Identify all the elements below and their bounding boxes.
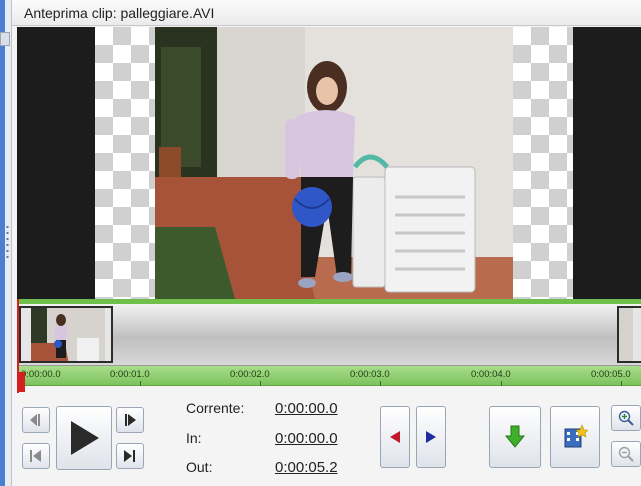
play-button[interactable] xyxy=(56,406,112,470)
go-end-button[interactable] xyxy=(116,443,144,469)
window-title: Anteprima clip: palleggiare.AVI xyxy=(24,5,215,21)
go-end-icon xyxy=(124,450,135,462)
current-time-value[interactable]: 0:00:00.0 xyxy=(275,400,338,417)
tick-mark xyxy=(621,381,622,386)
collapsed-panel-tab[interactable] xyxy=(0,32,10,46)
title-bar: Anteprima clip: palleggiare.AVI xyxy=(12,0,641,26)
clip-properties-button[interactable] xyxy=(550,406,600,468)
playback-controls: Corrente: 0:00:00.0 In: 0:00:00.0 Out: 0… xyxy=(12,393,641,486)
tick-label: 0:00:01.0 xyxy=(110,369,150,380)
zoom-in-button[interactable] xyxy=(611,405,641,431)
video-preview xyxy=(17,27,641,299)
playhead-handle[interactable] xyxy=(17,372,25,392)
zoom-out-button[interactable] xyxy=(611,441,641,467)
out-time-value[interactable]: 0:00:05.2 xyxy=(275,459,338,476)
in-label: In: xyxy=(186,430,202,446)
tick-label: 0:00:05.0 xyxy=(591,369,631,380)
clip-properties-icon xyxy=(564,424,588,448)
tick-label: 0:00:02.0 xyxy=(230,369,270,380)
play-icon xyxy=(71,421,99,455)
go-start-button[interactable] xyxy=(22,443,50,469)
zoom-in-icon xyxy=(618,410,634,426)
in-time-value[interactable]: 0:00:00.0 xyxy=(275,430,338,447)
prev-frame-button[interactable] xyxy=(22,407,50,433)
next-frame-button[interactable] xyxy=(116,407,144,433)
tick-label: 0:00:04.0 xyxy=(471,369,511,380)
video-frame xyxy=(155,27,513,299)
mark-out-icon xyxy=(426,431,436,443)
prev-frame-icon xyxy=(30,414,40,426)
transparent-area-right xyxy=(513,27,573,299)
mark-out-button[interactable] xyxy=(416,406,446,468)
panel-border xyxy=(0,0,5,486)
tick-label: 0:00:00.0 xyxy=(21,369,61,380)
video-frame-image xyxy=(155,27,513,299)
zoom-out-icon xyxy=(618,446,634,462)
filmstrip-thumbnail xyxy=(19,306,113,363)
filmstrip[interactable] xyxy=(17,304,641,366)
left-panel-edge xyxy=(0,0,12,486)
insert-clip-icon xyxy=(504,425,526,448)
time-ruler[interactable]: 0:00:00.0 0:00:01.0 0:00:02.0 0:00:03.0 … xyxy=(17,366,641,386)
splitter-grip[interactable] xyxy=(6,224,9,260)
out-label: Out: xyxy=(186,459,213,475)
current-label: Corrente: xyxy=(186,400,245,416)
tick-mark xyxy=(140,381,141,386)
transparent-area-left xyxy=(95,27,155,299)
mark-in-button[interactable] xyxy=(380,406,410,468)
tick-mark xyxy=(380,381,381,386)
insert-clip-button[interactable] xyxy=(489,406,541,468)
tick-mark xyxy=(260,381,261,386)
go-start-icon xyxy=(30,450,41,462)
mark-in-icon xyxy=(390,431,400,443)
clip-preview-window: Anteprima clip: palleggiare.AVI 0:00:00.… xyxy=(0,0,641,486)
tick-label: 0:00:03.0 xyxy=(350,369,390,380)
next-frame-icon xyxy=(125,414,136,426)
filmstrip-thumbnail xyxy=(617,306,641,363)
tick-mark xyxy=(501,381,502,386)
